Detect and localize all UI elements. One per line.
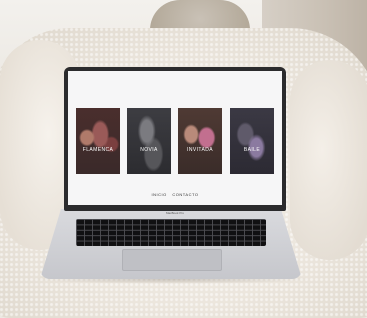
laptop-screen: FLAMENCA NOVIA INVITADA BAILE INICIO CON… (68, 71, 282, 205)
gallery-tile-label: NOVIA (140, 147, 158, 153)
gallery-tile-label: INVITADA (187, 147, 213, 153)
armchair-cushion-right (290, 60, 367, 260)
gallery-tile-label: BAILE (243, 147, 261, 153)
gallery-tile-invitada[interactable]: INVITADA (178, 108, 222, 174)
gallery-tile-baile[interactable]: BAILE (230, 108, 274, 174)
gallery-tile-flamenca[interactable]: FLAMENCA (76, 108, 120, 174)
gallery-grid: FLAMENCA NOVIA INVITADA BAILE (76, 108, 274, 174)
footer-link-contacto[interactable]: CONTACTO (172, 192, 198, 197)
gallery-tile-novia[interactable]: NOVIA (127, 108, 171, 174)
gallery-tile-label: FLAMENCA (82, 147, 114, 153)
footer-links: INICIO CONTACTO (68, 192, 282, 197)
laptop-keyboard (76, 219, 266, 246)
laptop-trackpad (122, 249, 222, 271)
footer-link-inicio[interactable]: INICIO (152, 192, 167, 197)
laptop-brand-label: MacBook Pro (165, 211, 184, 215)
